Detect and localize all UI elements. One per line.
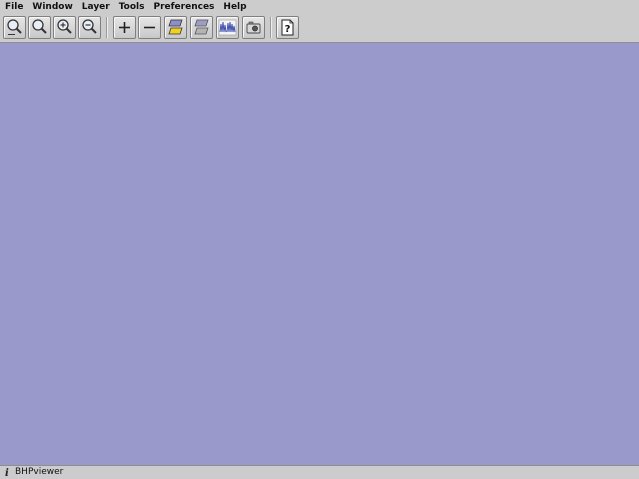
toolbar-separator <box>106 17 107 38</box>
layer-off-button[interactable] <box>190 16 213 39</box>
zoom-all-button[interactable] <box>3 16 26 39</box>
status-bar: i BHPviewer <box>0 465 639 479</box>
snapshot-button[interactable] <box>242 16 265 39</box>
viewer-canvas[interactable] <box>0 43 639 465</box>
status-text: BHPviewer <box>15 467 64 477</box>
zoom-button[interactable] <box>28 16 51 39</box>
help-button[interactable]: ? <box>276 16 299 39</box>
layers-yellow-icon <box>168 19 183 35</box>
svg-text:i: i <box>5 468 9 478</box>
menu-tools[interactable]: Tools <box>114 0 149 14</box>
waveform-icon <box>218 19 237 36</box>
menu-window[interactable]: Window <box>27 0 76 14</box>
help-icon: ? <box>281 19 294 36</box>
camera-icon <box>246 21 261 34</box>
layers-gray-icon <box>194 19 209 35</box>
bhpviewer-window: File Window Layer Tools Preferences Help <box>0 0 639 479</box>
add-layer-button[interactable] <box>113 16 136 39</box>
menu-help[interactable]: Help <box>218 0 250 14</box>
toolbar-separator <box>270 17 271 38</box>
plus-icon <box>119 22 130 33</box>
seismic-trace-button[interactable] <box>216 16 239 39</box>
magnifier-plus-icon <box>57 19 72 34</box>
magnifier-minus-icon <box>82 19 97 34</box>
zoom-in-button[interactable] <box>53 16 76 39</box>
layer-on-button[interactable] <box>164 16 187 39</box>
toolbar: ? <box>0 14 639 43</box>
info-icon: i <box>5 468 9 478</box>
menu-preferences[interactable]: Preferences <box>149 0 219 14</box>
minus-icon <box>144 26 155 29</box>
svg-text:?: ? <box>285 24 291 35</box>
menu-layer[interactable]: Layer <box>77 0 114 14</box>
magnifier-icon <box>32 19 47 34</box>
magnifier-all-icon <box>7 19 22 35</box>
menu-bar: File Window Layer Tools Preferences Help <box>0 0 639 14</box>
zoom-out-button[interactable] <box>78 16 101 39</box>
menu-file[interactable]: File <box>0 0 27 14</box>
remove-layer-button[interactable] <box>138 16 161 39</box>
